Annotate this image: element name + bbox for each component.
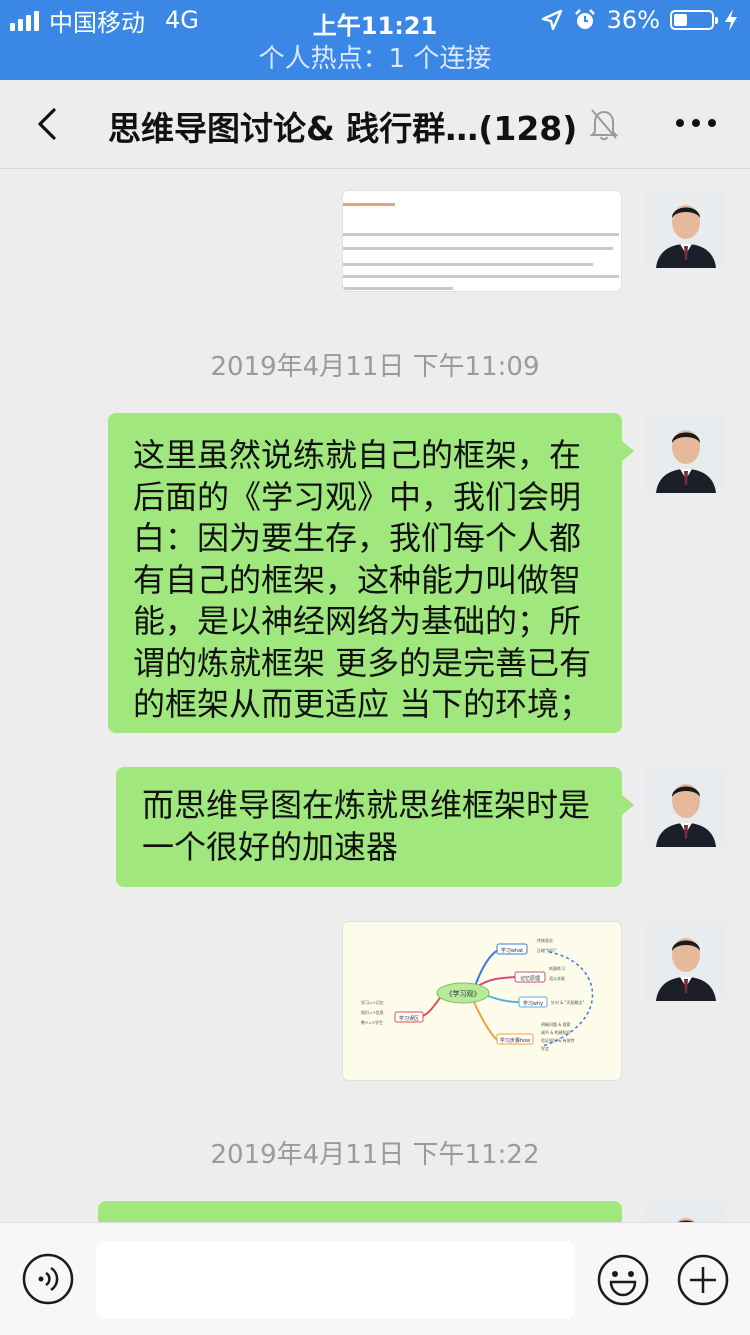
mindmap-node-label: 记忆原理 [520, 975, 540, 982]
chat-title: 思维导图讨论& 践行群…(128) [108, 102, 577, 150]
avatar[interactable] [646, 921, 726, 1001]
chat-input-bar [0, 1222, 750, 1335]
mindmap-leaf: 压缩"知识" [537, 947, 557, 953]
mindmap-leaf: 调节 & 构建知识 [541, 1029, 571, 1035]
mindmap-node-label: 学习what [501, 947, 523, 954]
text-message-bubble[interactable] [98, 1201, 622, 1222]
avatar[interactable] [646, 188, 726, 268]
chat-header: 思维导图讨论& 践行群…(128) [0, 80, 750, 169]
message-line: 这里虽然说练就自己的框架，在 [133, 436, 582, 474]
mindmap-leaf: 教<=>学生 [361, 1019, 383, 1025]
text-message-bubble[interactable]: 这里虽然说练就自己的框架，在 后面的《学习观》中，我们会明 白：因为要生存，我们… [108, 413, 634, 733]
more-options-icon[interactable] [672, 108, 720, 138]
alarm-icon [574, 9, 595, 29]
user-avatar-icon [646, 1201, 726, 1222]
image-message-article[interactable] [342, 190, 622, 292]
mindmap-node-label: 学习why [523, 1000, 543, 1007]
message-line: 白：因为要生存，我们每个人都 [133, 519, 582, 557]
user-avatar-icon [646, 767, 726, 847]
message-list[interactable]: 2019年4月11日 下午11:09 这里虽然说练就自己的框架，在 后面的《学习… [0, 168, 750, 1222]
user-avatar-icon [646, 921, 726, 1001]
image-message-mindmap[interactable]: 《学习观》 学习what 记忆原理 学习why 学习步骤how 学习误区 传统观… [342, 921, 622, 1081]
user-avatar-icon [646, 413, 726, 493]
battery-icon [670, 10, 718, 30]
mindmap-node-label: 学习步骤how [500, 1037, 530, 1044]
status-right: 36% [541, 6, 738, 34]
mindmap-leaf: 学习=>记忆 [361, 999, 384, 1005]
timestamp: 2019年4月11日 下午11:22 [210, 1140, 540, 1170]
mindmap-center-label: 《学习观》 [446, 989, 481, 998]
hotspot-banner[interactable]: 个人热点：1 个连接 [0, 40, 750, 80]
avatar[interactable] [646, 413, 726, 493]
message-line: 有自己的框架，这种能力叫做智 [133, 560, 582, 599]
message-line: 后面的《学习观》中，我们会明 [133, 477, 582, 516]
mindmap-leaf: 知识=>信息 [361, 1009, 384, 1015]
mute-bell-icon [589, 109, 619, 141]
add-more-icon[interactable] [676, 1253, 730, 1307]
mindmap-node-label: 学习误区 [399, 1015, 419, 1022]
emoji-icon[interactable] [596, 1253, 650, 1307]
message-line: 能，是以神经网络为基础的；所 [133, 602, 582, 640]
charging-bolt-icon [725, 9, 737, 31]
mindmap-leaf: 传统观念 [537, 937, 553, 943]
mindmap-leaf: 针对 & "天赋概念" [551, 999, 585, 1005]
text-message-bubble[interactable]: 而思维导图在炼就思维框架时是 一个很好的加速器 [116, 767, 634, 887]
status-bar: 中国移动 4G 上午11:21 36% [0, 0, 750, 40]
mindmap-leaf: 刻意练习 [549, 965, 565, 971]
message-line: 的框架从而更适应 当下的环境； [133, 685, 592, 723]
battery-percent: 36% [606, 6, 660, 34]
mindmap-leaf: 语义关联 [549, 975, 565, 981]
mindmap-image: 《学习观》 学习what 记忆原理 学习why 学习步骤how 学习误区 传统观… [361, 937, 594, 1051]
message-line: 谓的炼就框架 更多的是完善已有 [133, 643, 592, 682]
message-line: 而思维导图在炼就思维框架时是 [142, 786, 591, 824]
mindmap-leaf: 验证知识 & 有效性 [541, 1037, 575, 1043]
back-arrow-icon[interactable] [28, 104, 68, 144]
voice-input-icon[interactable] [22, 1253, 74, 1305]
mindmap-leaf: 学会 [541, 1045, 549, 1051]
timestamp: 2019年4月11日 下午11:09 [210, 352, 540, 382]
message-input[interactable] [96, 1241, 574, 1319]
avatar[interactable] [646, 767, 726, 847]
avatar[interactable] [646, 1201, 726, 1222]
user-avatar-icon [646, 188, 726, 268]
member-count: (128) [478, 109, 578, 148]
group-name: 思维导图讨论& 践行群… [108, 109, 479, 148]
mindmap-leaf: 明确问题 & 搜索 [541, 1021, 571, 1027]
location-arrow-icon [541, 9, 562, 31]
message-line: 一个很好的加速器 [142, 827, 399, 866]
